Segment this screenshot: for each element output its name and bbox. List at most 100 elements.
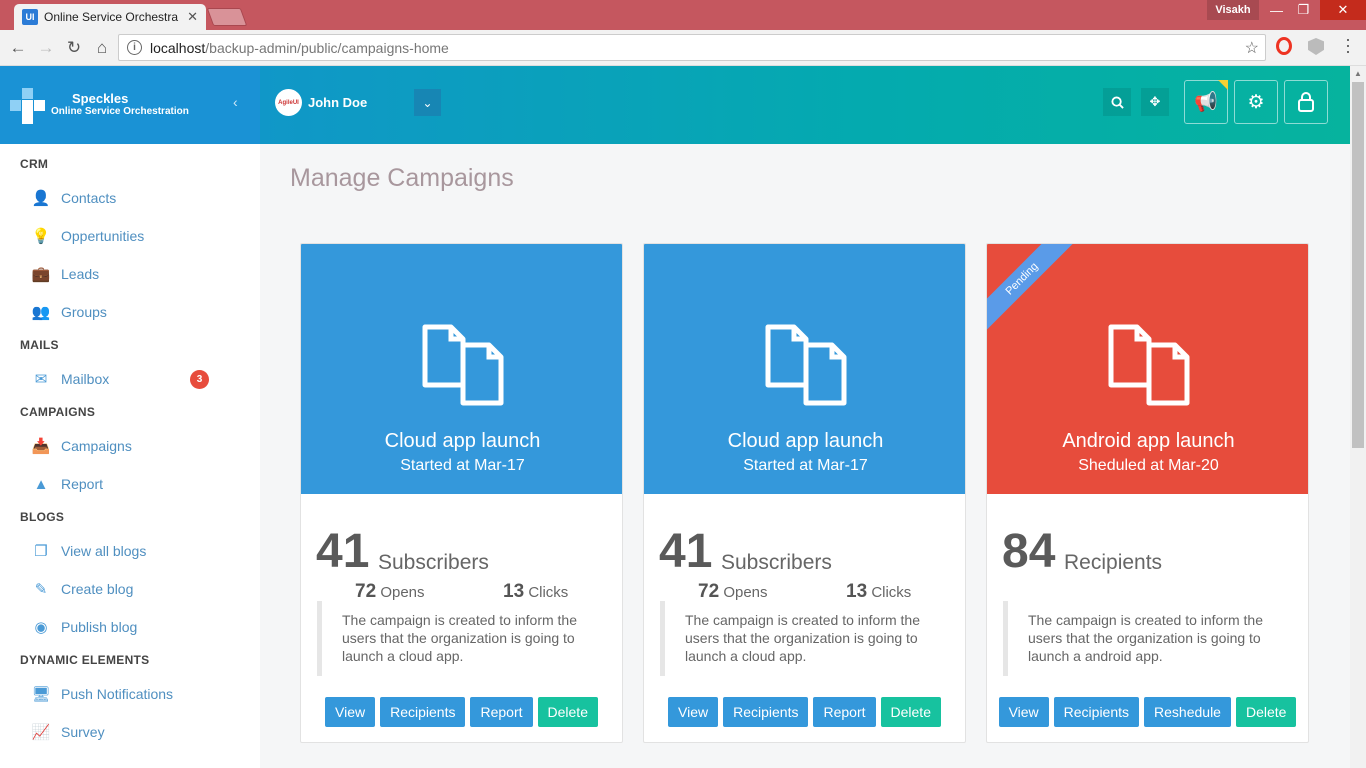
shield-extension-icon[interactable] xyxy=(1308,38,1324,55)
sidebar-item-label: Publish blog xyxy=(61,619,138,635)
recipients-button[interactable]: Recipients xyxy=(723,697,809,727)
sidebar-item-view-all-blogs[interactable]: ❐ View all blogs xyxy=(30,539,230,563)
minimize-icon[interactable]: — xyxy=(1263,0,1290,20)
count-label: Subscribers xyxy=(378,551,489,574)
sidebar-item-label: Create blog xyxy=(61,581,134,597)
app: Speckles Online Service Orchestration ‹ … xyxy=(0,66,1366,768)
sidebar: CRM 👤 Contacts 💡 Oppertunities 💼 Leads 👥 Gro… xyxy=(0,144,260,768)
delete-button[interactable]: Delete xyxy=(880,697,941,727)
sidebar-item-label: Leads xyxy=(61,266,100,282)
delete-button[interactable]: Delete xyxy=(1235,697,1297,727)
url-path: /backup-admin/public/campaigns-home xyxy=(205,39,449,56)
chevron-left-icon[interactable]: ‹ xyxy=(233,94,238,110)
scroll-up-icon[interactable]: ▲ xyxy=(1350,66,1366,81)
section-title: CAMPAIGNS xyxy=(20,405,96,419)
card-description: The campaign is created to inform the us… xyxy=(1003,601,1293,676)
desktop-icon: 🖥 xyxy=(31,686,51,703)
top-bar: AgileUI John Doe ⌄ ✥ 📢 ⚙ xyxy=(260,66,1350,144)
reload-icon[interactable]: ↻ xyxy=(62,36,86,60)
campaign-card: Cloud app launch Started at Mar-17 41 Su… xyxy=(300,243,623,743)
sidebar-item-contacts[interactable]: 👤 Contacts xyxy=(30,186,230,210)
window-user-badge[interactable]: Visakh xyxy=(1207,0,1259,20)
sidebar-item-label: Mailbox xyxy=(61,371,110,387)
subscriber-count: 41 xyxy=(659,525,713,578)
megaphone-icon[interactable]: 📢 xyxy=(1184,80,1228,124)
back-icon[interactable]: ← xyxy=(6,36,30,60)
card-header: Cloud app launch Started at Mar-17 xyxy=(301,244,622,494)
scrollbar-thumb[interactable] xyxy=(1352,82,1364,448)
browser-menu-icon[interactable]: · · · xyxy=(1341,30,1355,60)
sidebar-item-survey[interactable]: 📈 Survey xyxy=(30,720,230,744)
tab-close-icon[interactable]: ✕ xyxy=(187,9,198,25)
view-button[interactable]: View xyxy=(668,697,719,727)
opera-extension-icon[interactable] xyxy=(1276,37,1292,55)
recipients-button[interactable]: Recipients xyxy=(1053,697,1140,727)
avatar[interactable]: AgileUI xyxy=(275,89,302,116)
gear-icon[interactable]: ⚙ xyxy=(1234,80,1278,124)
reshedule-button[interactable]: Reshedule xyxy=(1144,697,1231,727)
card-actions: View Recipients Report Delete xyxy=(301,697,622,727)
users-icon: 👥 xyxy=(31,304,51,321)
card-subtitle: Started at Mar-17 xyxy=(400,457,525,474)
sidebar-item-mailbox[interactable]: ✉ Mailbox 3 xyxy=(30,367,230,391)
card-subtitle: Started at Mar-17 xyxy=(743,457,868,474)
chevron-down-icon[interactable]: ⌄ xyxy=(414,89,441,116)
sidebar-item-label: Survey xyxy=(61,724,105,740)
documents-icon xyxy=(422,324,504,406)
card-title: Android app launch xyxy=(1062,430,1235,452)
sidebar-item-publish-blog[interactable]: ◉ Publish blog xyxy=(30,615,230,639)
clicks-stat: 13 Clicks xyxy=(503,581,569,602)
fullscreen-icon[interactable]: ✥ xyxy=(1141,88,1169,116)
brand-name: Speckles xyxy=(72,91,129,106)
clicks-stat: 13 Clicks xyxy=(846,581,912,602)
page-scrollbar[interactable]: ▲ xyxy=(1350,66,1366,768)
sidebar-item-oppertunities[interactable]: 💡 Oppertunities xyxy=(30,224,230,248)
sidebar-item-label: Oppertunities xyxy=(61,228,145,244)
campaign-card: Cloud app launch Started at Mar-17 41 Su… xyxy=(643,243,966,743)
sidebar-item-push-notifications[interactable]: 🖥 Push Notifications xyxy=(30,682,230,706)
report-button[interactable]: Report xyxy=(813,697,876,727)
home-icon[interactable]: ⌂ xyxy=(90,36,114,60)
card-actions: View Recipients Reshedule Delete xyxy=(987,697,1308,727)
logo-icon xyxy=(10,88,45,124)
report-button[interactable]: Report xyxy=(470,697,533,727)
browser-tab[interactable]: UI Online Service Orchestra ✕ xyxy=(14,4,206,30)
opens-stat: 72 Opens xyxy=(698,581,768,602)
sidebar-item-label: Campaigns xyxy=(61,438,132,454)
toggle-icon: ◉ xyxy=(34,619,48,636)
user-name[interactable]: John Doe xyxy=(308,95,367,110)
address-bar[interactable]: i localhost/backup-admin/public/campaign… xyxy=(118,34,1266,61)
count-label: Recipients xyxy=(1064,551,1163,574)
card-header: Cloud app launch Started at Mar-17 xyxy=(644,244,965,494)
window-close-icon[interactable]: ✕ xyxy=(1320,0,1366,20)
sidebar-item-report[interactable]: ▲ Report xyxy=(30,472,230,496)
view-button[interactable]: View xyxy=(325,697,376,727)
recipients-button[interactable]: Recipients xyxy=(380,697,466,727)
delete-button[interactable]: Delete xyxy=(537,697,598,727)
inbox-icon: 📥 xyxy=(31,438,51,455)
forward-icon[interactable]: → xyxy=(34,36,58,60)
card-subtitle: Sheduled at Mar-20 xyxy=(1078,457,1219,474)
info-icon[interactable]: i xyxy=(127,40,142,55)
sidebar-item-create-blog[interactable]: ✎ Create blog xyxy=(30,577,230,601)
sidebar-item-groups[interactable]: 👥 Groups xyxy=(30,300,230,324)
brand-subtitle: Online Service Orchestration xyxy=(51,106,189,117)
main-content: Manage Campaigns Cloud app launch Starte… xyxy=(260,144,1350,768)
area-chart-icon: ▲ xyxy=(33,475,49,493)
new-tab-button[interactable] xyxy=(206,8,248,26)
sidebar-item-campaigns[interactable]: 📥 Campaigns xyxy=(30,434,230,458)
briefcase-icon: 💼 xyxy=(31,266,51,283)
bookmark-star-icon[interactable]: ☆ xyxy=(1245,38,1259,58)
lock-icon[interactable] xyxy=(1284,80,1328,124)
maximize-icon[interactable]: ❐ xyxy=(1290,0,1317,20)
documents-icon xyxy=(1108,324,1190,406)
search-icon[interactable] xyxy=(1103,88,1131,116)
recipient-count: 84 xyxy=(1002,525,1056,578)
subscriber-count: 41 xyxy=(316,525,370,578)
view-button[interactable]: View xyxy=(998,697,1049,727)
sidebar-item-leads[interactable]: 💼 Leads xyxy=(30,262,230,286)
card-description: The campaign is created to inform the us… xyxy=(660,601,950,676)
pending-ribbon: Pending xyxy=(987,244,1076,333)
user-icon: 👤 xyxy=(31,190,51,207)
opens-stat: 72 Opens xyxy=(355,581,425,602)
